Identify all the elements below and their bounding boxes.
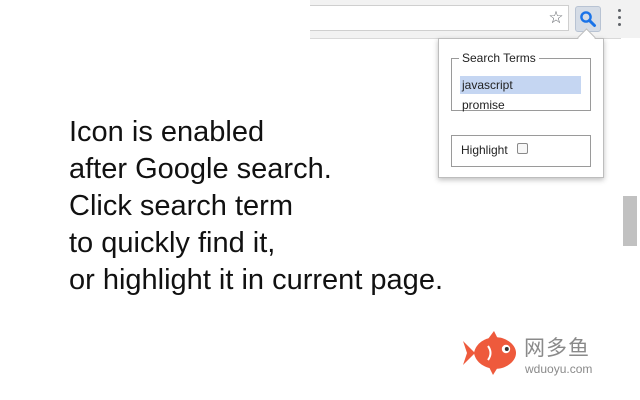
search-terms-group: Search Terms javascript promise bbox=[451, 51, 591, 114]
browser-menu-icon[interactable] bbox=[612, 8, 628, 30]
magnifier-icon bbox=[580, 11, 596, 27]
description-line: Click search term bbox=[69, 190, 293, 222]
description-line: Icon is enabled bbox=[69, 116, 265, 148]
extension-button[interactable] bbox=[575, 6, 601, 32]
description-line: to quickly find it, bbox=[69, 227, 276, 259]
bookmark-star-icon[interactable]: ☆ bbox=[546, 8, 566, 28]
feature-description: Icon is enabled after Google search. Cli… bbox=[69, 114, 529, 299]
search-terms-legend: Search Terms bbox=[462, 51, 536, 65]
search-term-item[interactable]: promise bbox=[460, 96, 581, 114]
watermark-brand: 网多鱼 bbox=[524, 336, 590, 360]
address-bar[interactable] bbox=[310, 5, 569, 31]
screenshot-canvas: ☆ Search Terms javascript promise Highli… bbox=[0, 0, 640, 400]
fish-logo-icon bbox=[463, 331, 516, 375]
description-line: after Google search. bbox=[69, 153, 332, 185]
watermark-domain: wduoyu.com bbox=[525, 362, 593, 376]
description-line: or highlight it in current page. bbox=[69, 264, 443, 296]
search-term-item[interactable]: javascript bbox=[460, 76, 581, 94]
scrollbar-thumb[interactable] bbox=[623, 196, 637, 246]
